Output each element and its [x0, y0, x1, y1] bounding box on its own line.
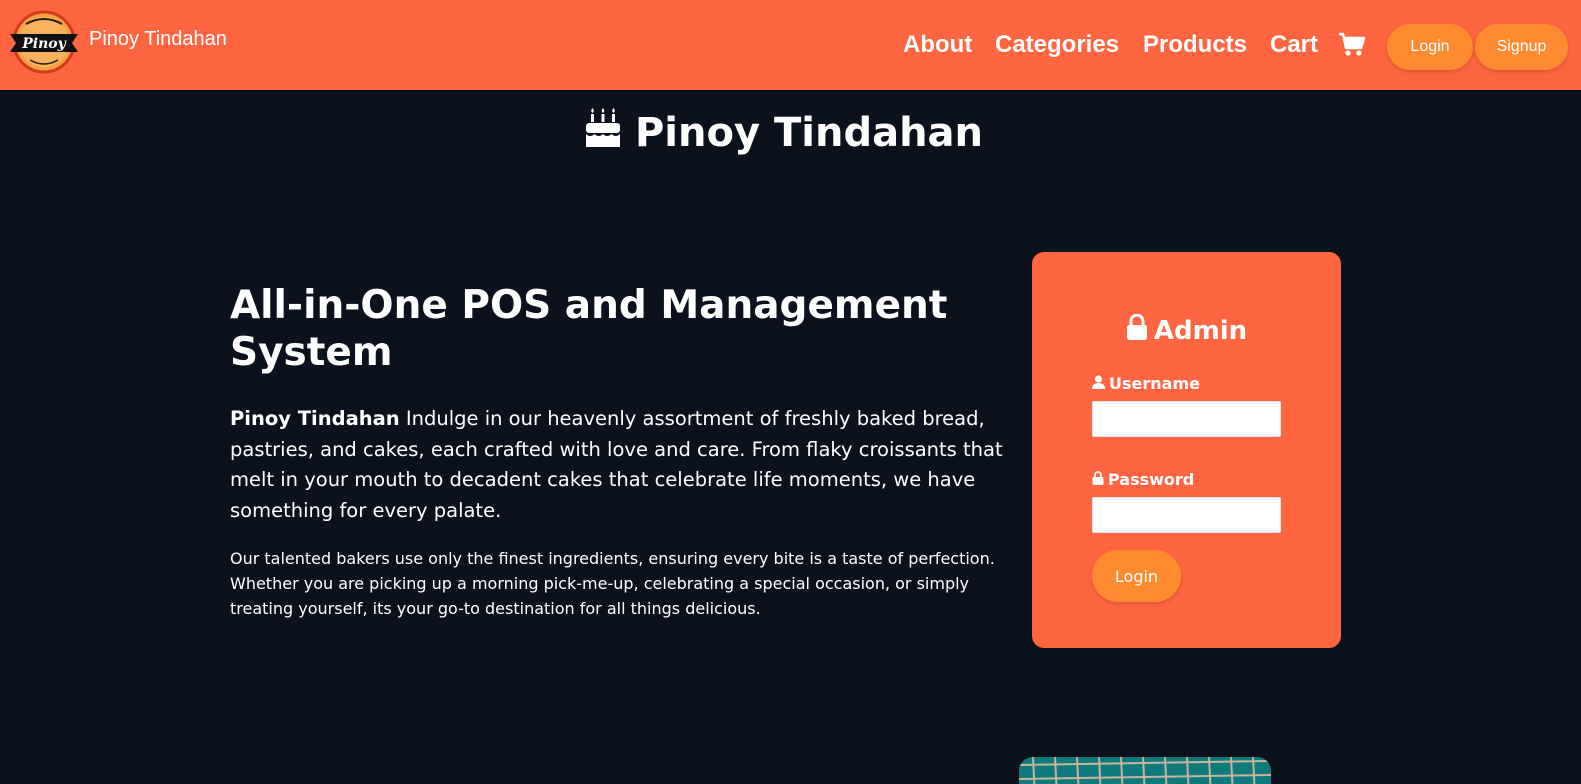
birthday-cake-icon [585, 108, 621, 158]
hero-intro: Pinoy Tindahan Indulge in our heavenly a… [230, 404, 1020, 526]
admin-login-card: Admin Username Password Login [1032, 252, 1341, 648]
product-image [1019, 757, 1271, 784]
hero-body: Our talented bakers use only the finest … [230, 549, 995, 618]
username-input[interactable] [1092, 401, 1281, 437]
navbar: Pinoy Pinoy Tindahan About Categories Pr… [0, 0, 1581, 90]
nav-link-products[interactable]: Products [1143, 31, 1247, 59]
hero-intro-brand: Pinoy Tindahan [230, 407, 400, 430]
brand-name[interactable]: Pinoy Tindahan [89, 28, 227, 51]
logo[interactable]: Pinoy [8, 10, 80, 74]
password-label: Password [1092, 470, 1194, 489]
nav-link-cart[interactable]: Cart [1270, 31, 1318, 59]
hero-heading: All-in-One POS and Management System [230, 283, 948, 375]
lock-icon [1092, 470, 1104, 489]
username-label: Username [1092, 374, 1200, 393]
admin-title-text: Admin [1153, 315, 1248, 346]
page-title-text: Pinoy Tindahan [634, 110, 984, 156]
shopping-cart-icon[interactable] [1338, 32, 1366, 62]
password-label-text: Password [1108, 470, 1195, 489]
login-button[interactable]: Login [1387, 24, 1473, 70]
password-input[interactable] [1092, 497, 1281, 533]
admin-title: Admin [1032, 313, 1341, 347]
admin-login-button[interactable]: Login [1092, 550, 1181, 602]
signup-button[interactable]: Signup [1475, 24, 1568, 70]
nav-link-about[interactable]: About [903, 31, 972, 59]
username-label-text: Username [1109, 374, 1200, 393]
page-title: Pinoy Tindahan [0, 108, 1568, 158]
logo-text: Pinoy [21, 36, 66, 52]
brand[interactable]: Pinoy Pinoy Tindahan [8, 10, 227, 74]
user-icon [1092, 374, 1105, 393]
lock-icon [1126, 313, 1148, 347]
nav-link-categories[interactable]: Categories [995, 31, 1119, 59]
